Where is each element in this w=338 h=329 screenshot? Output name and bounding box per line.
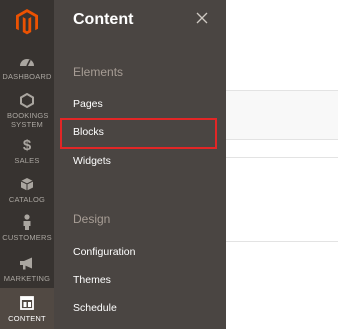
menu-link-themes[interactable]: Themes (73, 274, 111, 286)
layout-icon (19, 295, 35, 311)
sidebar-item-label: BOOKINGS SYSTEM (7, 111, 49, 129)
sidebar-item-catalog[interactable]: CATALOG (0, 176, 54, 204)
content-divider (226, 157, 338, 158)
sidebar-item-dashboard[interactable]: DASHBOARD (0, 53, 54, 81)
person-icon (19, 214, 35, 230)
sidebar-item-customers[interactable]: CUSTOMERS (0, 214, 54, 242)
sidebar-item-label: DASHBOARD (2, 72, 52, 81)
panel-title: Content (73, 11, 134, 28)
sidebar-item-label: CATALOG (8, 195, 46, 204)
content-submenu-panel: Content Elements Pages Blocks Widgets De… (54, 0, 226, 329)
menu-link-pages[interactable]: Pages (73, 98, 103, 110)
close-icon (196, 12, 208, 24)
main-content-area (226, 0, 338, 329)
menu-link-configuration[interactable]: Configuration (73, 246, 135, 258)
admin-sidebar: DASHBOARD BOOKINGS SYSTEM $ SALES CATALO… (0, 0, 54, 329)
section-title-elements: Elements (73, 65, 124, 79)
box-icon (19, 176, 35, 192)
magento-logo[interactable] (0, 0, 54, 44)
dollar-icon: $ (22, 136, 32, 154)
sidebar-item-sales[interactable]: $ SALES (0, 136, 54, 166)
megaphone-icon (19, 255, 35, 271)
sidebar-item-label: CONTENT (8, 314, 46, 323)
content-divider (226, 241, 338, 242)
sidebar-item-label: SALES (14, 156, 40, 165)
menu-link-schedule[interactable]: Schedule (73, 302, 117, 314)
sidebar-item-label: CUSTOMERS (2, 233, 52, 242)
dashboard-icon (19, 53, 35, 69)
blocks-highlight-box (60, 118, 217, 149)
magento-logo-icon (16, 9, 38, 35)
sidebar-item-content[interactable]: CONTENT (0, 288, 54, 329)
sidebar-item-label: MARKETING (3, 274, 51, 283)
hexagon-icon (19, 92, 35, 108)
content-row-shaded (226, 90, 338, 140)
menu-link-widgets[interactable]: Widgets (73, 155, 111, 167)
sidebar-item-marketing[interactable]: MARKETING (0, 255, 54, 283)
section-title-design: Design (73, 212, 111, 226)
sidebar-item-bookings-system[interactable]: BOOKINGS SYSTEM (0, 92, 54, 129)
close-button[interactable] (195, 11, 209, 25)
